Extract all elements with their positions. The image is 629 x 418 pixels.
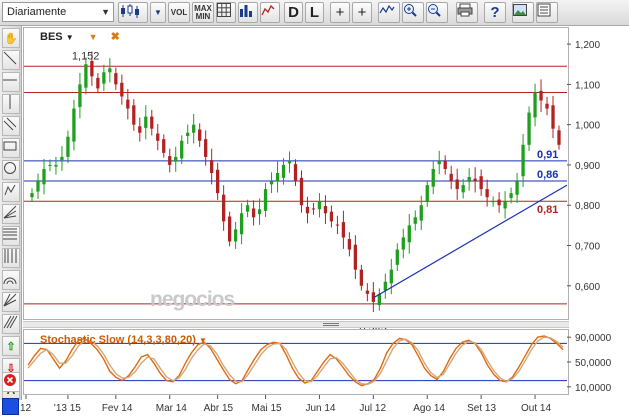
x-tick-label: Jun 14 (305, 403, 335, 414)
x-tick-label: Fev 14 (102, 403, 133, 414)
x-tick-label: Jul 12 (359, 403, 386, 414)
x-tick-label: Out 14 (521, 403, 551, 414)
x-tick-label: Set 13 (467, 403, 496, 414)
x-tick-label: '13 15 (54, 403, 81, 414)
x-tick-label: 12 (20, 403, 32, 414)
x-tick-label: Mar 14 (156, 403, 188, 414)
x-tick-label: Abr 15 (204, 403, 234, 414)
x-tick-label: Mai 15 (252, 403, 282, 414)
time-axis: 12 '13 15 Fev 14 Mar 14 Abr 15 Mai 15 Jun 14 Ju… (20, 395, 552, 414)
time-axis-ticks: 12 '13 15 Fev 14 Mar 14 Abr 15 Mai 15 Jun 14 Ju… (20, 395, 552, 414)
x-tick-label: Ago 14 (413, 403, 445, 414)
